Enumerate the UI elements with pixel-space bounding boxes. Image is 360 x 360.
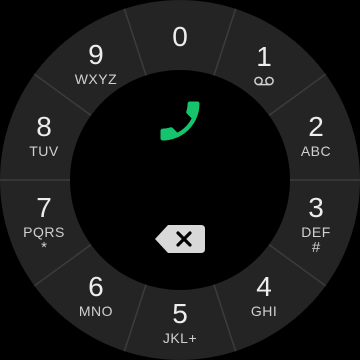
- dial-key-letters: ABC: [300, 142, 332, 159]
- dial-key-digit: 1: [256, 40, 272, 72]
- dial-key-3[interactable]: 3 DEF #: [278, 186, 354, 262]
- dial-key-1[interactable]: 1: [226, 26, 302, 102]
- dial-key-4[interactable]: 4 GHI: [226, 258, 302, 334]
- dial-key-letters: JKL+: [162, 330, 198, 346]
- dial-key-letters: WXYZ: [74, 71, 118, 88]
- phone-icon: [160, 101, 200, 141]
- dial-key-2[interactable]: 2 ABC: [278, 98, 354, 174]
- call-button[interactable]: [151, 93, 209, 149]
- dial-key-8[interactable]: 8 TUV: [6, 98, 82, 174]
- dial-key-letters: MNO: [78, 302, 114, 319]
- backspace-button[interactable]: [152, 222, 208, 256]
- dial-key-digit: 0: [172, 21, 188, 52]
- dial-key-digit: 4: [256, 270, 272, 302]
- dial-key-7[interactable]: 7 PQRS *: [6, 186, 82, 262]
- dial-key-digit: 5: [172, 298, 188, 329]
- dial-key-digit: 6: [88, 270, 104, 302]
- dial-key-5[interactable]: 5 JKL+: [142, 285, 218, 360]
- dial-key-letters: GHI: [250, 302, 278, 319]
- dial-key-letters: DEF: [301, 223, 331, 240]
- dialer-screen: 0 1 2 ABC 3 DEF # 4 GHI 5 JKL+ 6 MNO 7 P…: [0, 0, 360, 360]
- dial-key-digit: 9: [88, 39, 104, 71]
- dial-key-letters: TUV: [29, 142, 59, 159]
- backspace-icon: [155, 225, 205, 253]
- dial-key-digit: 8: [36, 110, 52, 142]
- dial-key-digit: 2: [308, 110, 324, 142]
- dial-key-6[interactable]: 6 MNO: [58, 258, 134, 334]
- dial-key-0[interactable]: 0: [142, 0, 218, 75]
- dial-key-letters: PQRS: [23, 223, 65, 240]
- hash-symbol: #: [311, 238, 321, 256]
- dial-key-9[interactable]: 9 WXYZ: [58, 26, 134, 102]
- voicemail-icon: [254, 76, 274, 86]
- dial-key-digit: 3: [308, 191, 324, 223]
- dial-key-digit: 7: [36, 191, 52, 223]
- star-symbol: *: [41, 238, 47, 256]
